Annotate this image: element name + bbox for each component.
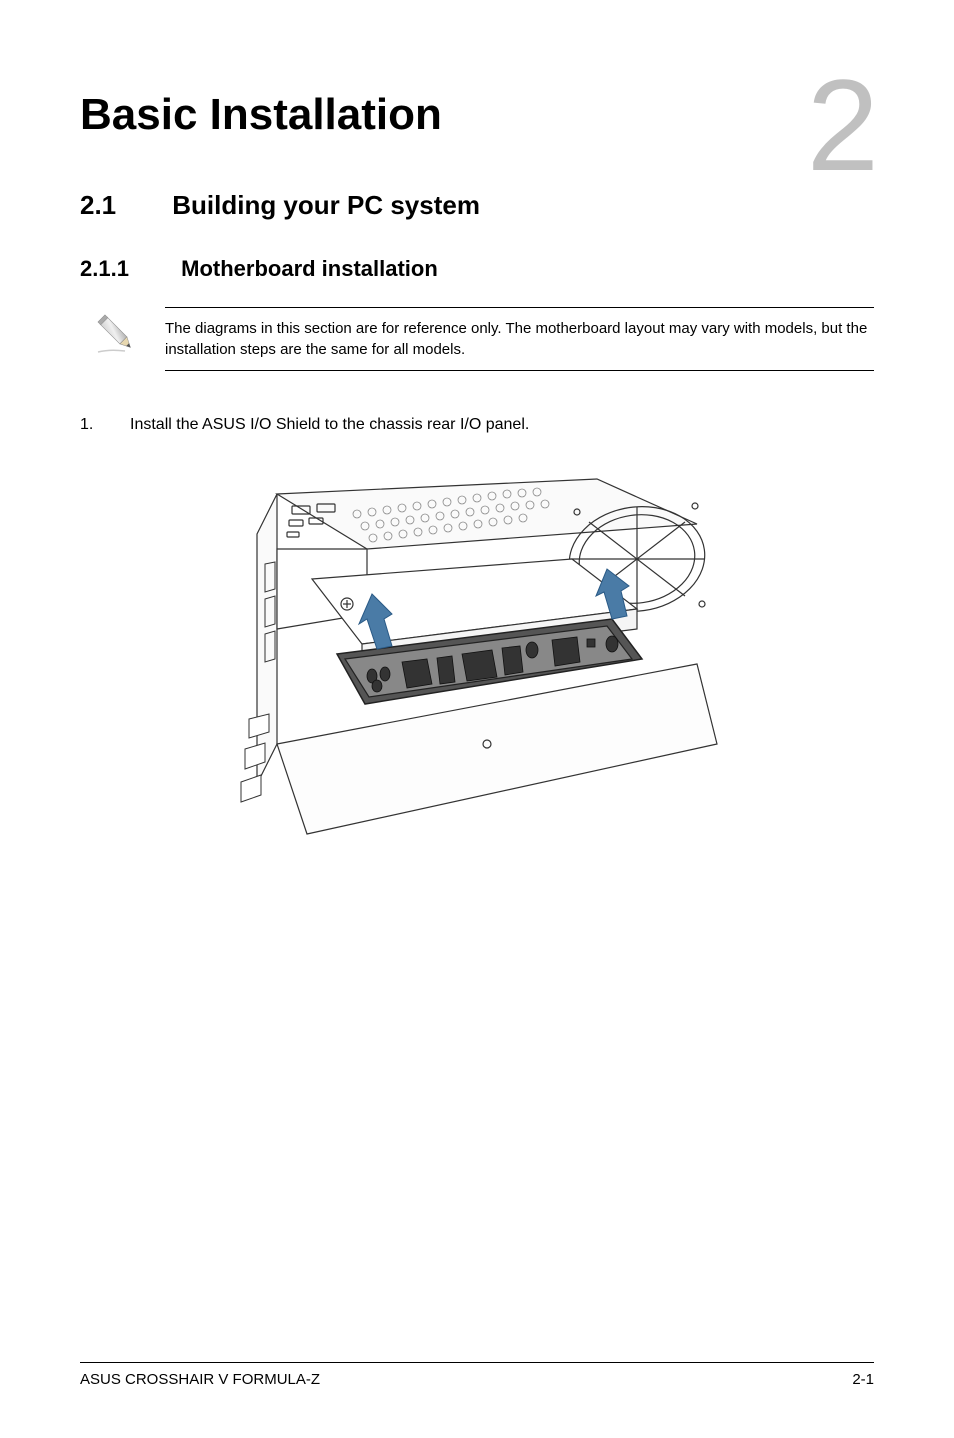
diagram-container	[80, 464, 874, 864]
note-box: The diagrams in this section are for ref…	[90, 307, 874, 371]
section-title: Building your PC system	[172, 190, 480, 220]
instruction-item: 1. Install the ASUS I/O Shield to the ch…	[80, 416, 874, 434]
pencil-icon	[90, 307, 145, 362]
subsection-heading: 2.1.1 Motherboard installation	[80, 256, 874, 282]
footer-right: 2-1	[852, 1371, 874, 1388]
subsection-title: Motherboard installation	[181, 256, 438, 281]
section-heading: 2.1 Building your PC system	[80, 190, 874, 221]
chapter-title: Basic Installation	[80, 90, 874, 140]
chapter-number: 2	[807, 60, 879, 190]
footer-left: ASUS CROSSHAIR V FORMULA-Z	[80, 1371, 320, 1388]
page-footer: ASUS CROSSHAIR V FORMULA-Z 2-1	[80, 1362, 874, 1388]
io-shield-diagram	[217, 464, 737, 864]
instruction-number: 1.	[80, 416, 130, 434]
instruction-list: 1. Install the ASUS I/O Shield to the ch…	[80, 416, 874, 434]
note-text: The diagrams in this section are for ref…	[165, 307, 874, 371]
section-number: 2.1	[80, 190, 165, 221]
subsection-number: 2.1.1	[80, 256, 175, 282]
instruction-text: Install the ASUS I/O Shield to the chass…	[130, 416, 529, 434]
